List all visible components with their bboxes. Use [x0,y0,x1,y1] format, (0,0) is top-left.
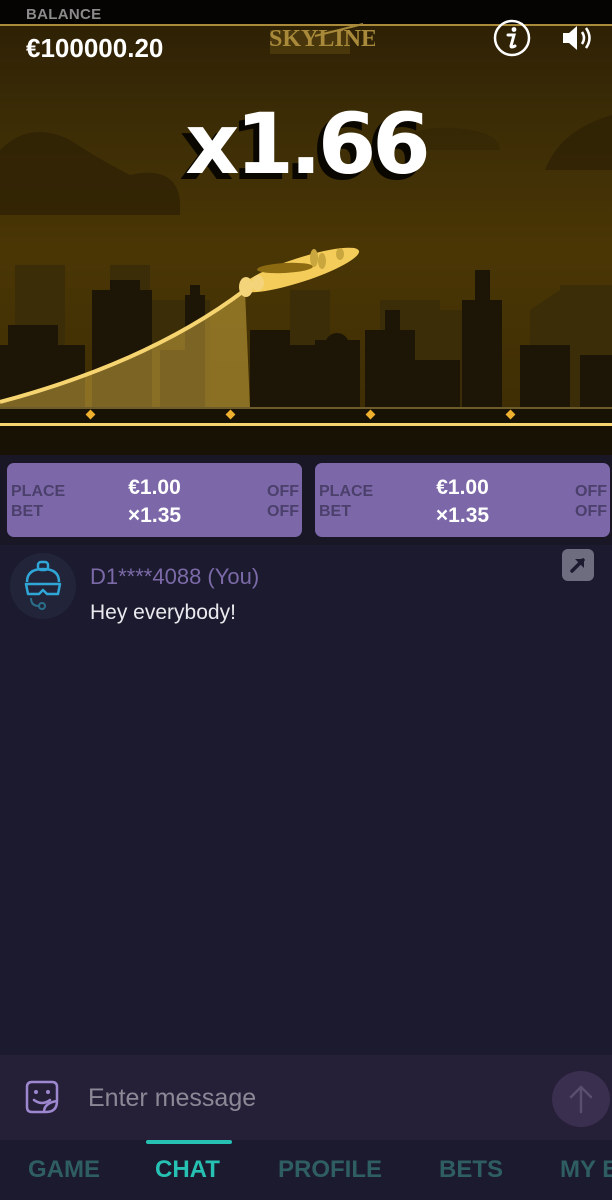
message-text: Hey everybody! [90,601,236,624]
bet-auto-cashout: ×1.35 [435,504,490,527]
timeline-line [0,423,612,426]
bet-values: €1.00 ×1.35 [315,474,610,530]
tab-profile[interactable]: PROFILE [278,1156,382,1184]
multiplier-display: x1.66 [185,95,430,193]
ground-line [0,407,612,409]
arrow-up-icon [569,1085,593,1114]
active-tab-indicator [146,1140,232,1144]
bet-values: €1.00 ×1.35 [7,474,302,530]
auto-cashout-toggle[interactable]: OFF [575,502,607,522]
message-username: D1****4088 (You) [90,564,260,589]
tab-game[interactable]: GAME [28,1156,100,1184]
tab-bets[interactable]: BETS [439,1156,503,1184]
auto-bet-toggle[interactable]: OFF [575,482,607,502]
logo-text: SKYLINER [269,26,375,52]
arrow-up-right-icon [570,558,585,573]
bet-toggles: OFF OFF [267,482,299,522]
info-button[interactable] [492,18,532,58]
tab-my-bets[interactable]: MY BETS [560,1156,612,1184]
tab-chat[interactable]: CHAT [155,1156,220,1184]
chat-message: D1****4088 (You) Hey everybody! [10,553,600,624]
bet-panels: PLACE BET €1.00 ×1.35 OFF OFF PLACE BET … [0,455,612,545]
expand-chat-button[interactable] [562,549,594,581]
message-input-bar [0,1055,612,1140]
balance-label: BALANCE [26,6,102,23]
skyliner-logo: SKYLINER [269,23,375,54]
sound-button[interactable] [558,18,598,58]
place-bet-button-2[interactable]: PLACE BET €1.00 ×1.35 OFF OFF [315,463,610,537]
bet-toggles: OFF OFF [575,482,607,522]
speaker-icon [563,26,591,50]
message-input[interactable] [88,1075,528,1121]
info-icon [493,19,531,57]
sticker-smile-icon [25,1080,59,1114]
bet-amount: €1.00 [436,476,489,499]
auto-cashout-toggle[interactable]: OFF [267,502,299,522]
send-button[interactable] [552,1071,610,1127]
bet-amount: €1.00 [128,476,181,499]
bet-auto-cashout: ×1.35 [127,504,182,527]
bottom-nav: GAME CHAT PROFILE BETS MY BETS [0,1140,612,1200]
auto-bet-toggle[interactable]: OFF [267,482,299,502]
sticker-button[interactable] [24,1079,62,1117]
skyline-scene [0,115,612,410]
balance-value: €100000.20 [26,33,164,63]
chat-panel: D1****4088 (You) Hey everybody! [0,545,612,1055]
app-root: BALANCE €100000.20 SKYLINER x1.66 [0,0,612,1200]
robot-avatar-icon [24,560,62,610]
avatar [10,553,76,619]
place-bet-button-1[interactable]: PLACE BET €1.00 ×1.35 OFF OFF [7,463,302,537]
game-area: BALANCE €100000.20 SKYLINER x1.66 [0,0,612,455]
